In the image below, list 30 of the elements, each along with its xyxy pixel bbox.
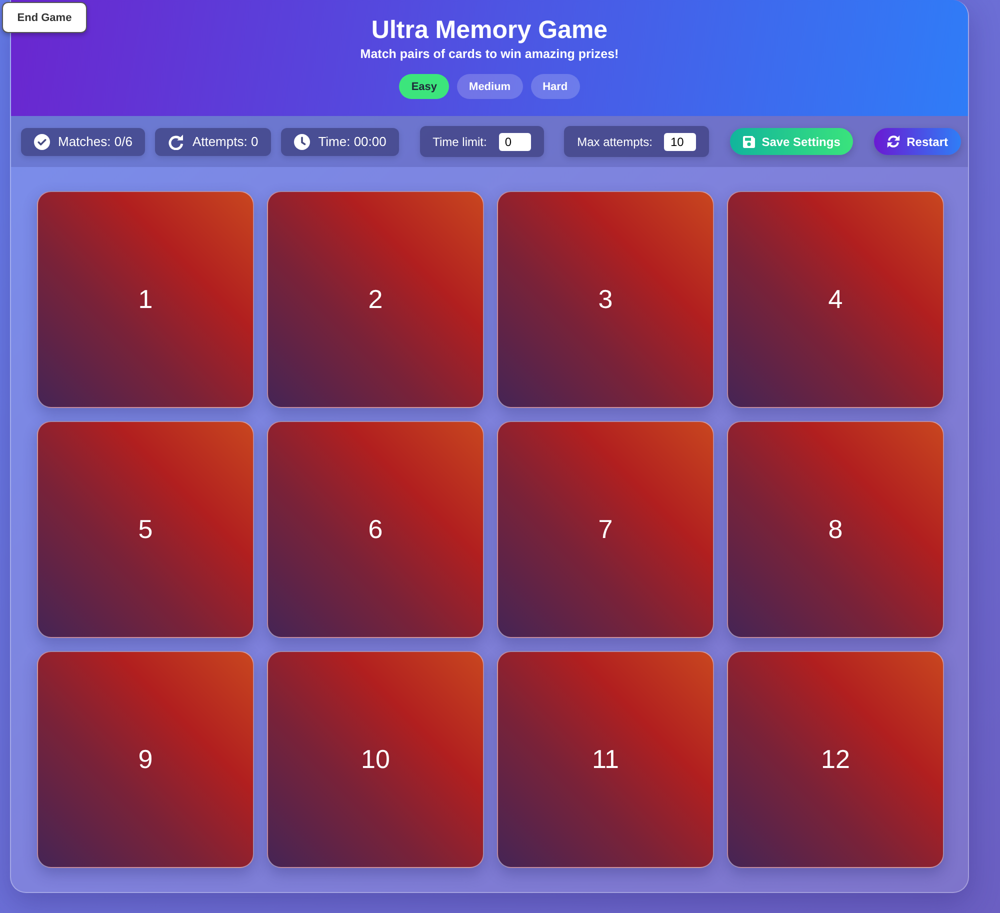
end-game-button[interactable]: End Game (2, 2, 87, 33)
difficulty-tab[interactable]: Easy (399, 74, 450, 99)
game-title: Ultra Memory Game (371, 15, 608, 45)
memory-card[interactable]: 9 (37, 651, 254, 868)
stat-text: Matches: 0/6 (58, 134, 132, 149)
memory-card[interactable]: 12 (727, 651, 944, 868)
clock-icon (294, 134, 310, 150)
setting-label: Max attempts: (577, 134, 652, 148)
difficulty-tab[interactable]: Medium (457, 74, 523, 99)
memory-card[interactable]: 8 (727, 421, 944, 638)
setting-label: Time limit: (432, 134, 487, 148)
number-field[interactable]: 10 (664, 132, 696, 150)
game-subtitle: Match pairs of cards to win amazing prizes! (360, 47, 619, 62)
memory-card[interactable]: 6 (267, 421, 484, 638)
redo-arrow-icon (168, 134, 184, 150)
memory-card[interactable]: 7 (497, 421, 714, 638)
memory-card[interactable]: 5 (37, 421, 254, 638)
stat-text: Attempts: 0 (192, 134, 258, 149)
memory-card[interactable]: 1 (37, 191, 254, 408)
restart-button[interactable]: Restart (874, 128, 961, 155)
memory-card[interactable]: 4 (727, 191, 944, 408)
memory-card[interactable]: 3 (497, 191, 714, 408)
memory-card[interactable]: 11 (497, 651, 714, 868)
memory-card[interactable]: 10 (267, 651, 484, 868)
memory-card[interactable]: 2 (267, 191, 484, 408)
number-field[interactable]: 0 (498, 132, 531, 150)
sync-arrows-icon (886, 135, 900, 148)
difficulty-tab[interactable]: Hard (530, 74, 580, 99)
stat-text: Time: 00:00 (318, 134, 386, 149)
check-circle-icon (34, 134, 50, 150)
